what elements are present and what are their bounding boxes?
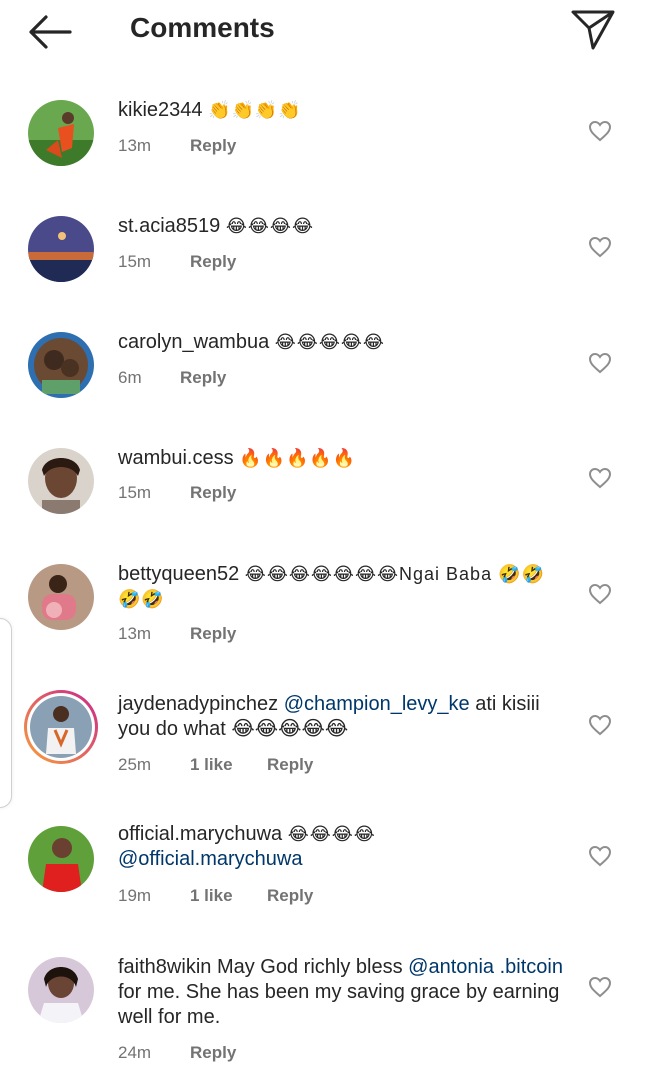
page-title: Comments	[130, 12, 275, 43]
heart-outline-icon[interactable]	[588, 845, 612, 867]
avatar[interactable]	[28, 564, 94, 630]
comment-mention[interactable]: @antonia .bitcoin	[408, 956, 563, 978]
comment-time: 6m	[118, 368, 142, 387]
paper-plane-icon	[571, 10, 615, 50]
heart-outline-icon[interactable]	[588, 120, 612, 142]
heart-outline-icon[interactable]	[588, 236, 612, 258]
comment-body: 😂😂😂😂	[225, 216, 314, 236]
avatar[interactable]	[28, 957, 94, 1023]
comment-body: May God richly bless	[216, 956, 403, 978]
comment-text: st.acia8519 😂😂😂😂	[118, 214, 568, 239]
comment-body-continued: for me. She has been my saving grace by …	[118, 981, 560, 1028]
comment-text: official.marychuwa 😂😂😂😂 @official.marych…	[118, 822, 568, 872]
reply-button[interactable]: Reply	[267, 755, 313, 775]
avatar[interactable]	[28, 332, 94, 398]
avatar[interactable]	[28, 100, 94, 166]
comment-text: kikie2344 👏👏👏👏	[118, 98, 568, 123]
comment-mention[interactable]: @official.marychuwa	[118, 848, 302, 870]
comment-time: 24m	[118, 1043, 152, 1062]
back-button[interactable]	[26, 12, 74, 52]
comment-time: 13m	[118, 624, 152, 643]
heart-outline-icon[interactable]	[588, 583, 612, 605]
comment-time: 15m	[118, 252, 152, 271]
comment-text: jaydenadypinchez @champion_levy_ke ati k…	[118, 692, 568, 742]
comment-username[interactable]: st.acia8519	[118, 215, 220, 237]
heart-outline-icon[interactable]	[588, 352, 612, 374]
reply-button[interactable]: Reply	[267, 886, 313, 906]
comment-text: carolyn_wambua 😂😂😂😂😂	[118, 330, 568, 355]
reply-button[interactable]: Reply	[190, 624, 236, 644]
comment-time: 13m	[118, 136, 152, 155]
comment-time: 19m	[118, 886, 152, 905]
comment-text: faith8wikin May God richly bless @antoni…	[118, 955, 573, 1030]
avatar[interactable]	[28, 448, 94, 514]
likes-count[interactable]: 1 like	[190, 886, 233, 906]
reply-button[interactable]: Reply	[190, 483, 236, 503]
avatar[interactable]	[28, 826, 94, 892]
share-button[interactable]	[568, 6, 618, 52]
heart-outline-icon[interactable]	[588, 467, 612, 489]
top-bar: Comments	[0, 0, 647, 62]
comment-text: bettyqueen52 😂😂😂😂😂😂😂Ngai Baba 🤣🤣🤣🤣	[118, 562, 558, 612]
reply-button[interactable]: Reply	[190, 252, 236, 272]
comment-username[interactable]: kikie2344	[118, 99, 203, 121]
comment-username[interactable]: wambui.cess	[118, 447, 234, 469]
comment-username[interactable]: bettyqueen52	[118, 563, 239, 585]
heart-outline-icon[interactable]	[588, 976, 612, 998]
comment-time: 15m	[118, 483, 152, 502]
heart-outline-icon[interactable]	[588, 714, 612, 736]
comment-username[interactable]: carolyn_wambua	[118, 331, 269, 353]
comment-text: wambui.cess 🔥🔥🔥🔥🔥	[118, 446, 568, 471]
comment-body: 🔥🔥🔥🔥🔥	[239, 448, 357, 468]
avatar-with-story-ring[interactable]	[22, 688, 100, 766]
comment-time: 25m	[118, 755, 152, 774]
comment-mention[interactable]: @champion_levy_ke	[284, 693, 470, 715]
avatar[interactable]	[28, 216, 94, 282]
side-handle[interactable]	[0, 618, 12, 808]
likes-count[interactable]: 1 like	[190, 755, 233, 775]
reply-button[interactable]: Reply	[190, 1043, 236, 1063]
comment-body: 😂😂😂😂😂	[274, 332, 385, 352]
reply-button[interactable]: Reply	[190, 136, 236, 156]
comment-username[interactable]: official.marychuwa	[118, 823, 282, 845]
comment-username[interactable]: jaydenadypinchez	[118, 693, 278, 715]
reply-button[interactable]: Reply	[180, 368, 226, 388]
comment-body: 😂😂😂😂	[287, 824, 376, 844]
comment-username[interactable]: faith8wikin	[118, 956, 211, 978]
comment-body: 👏👏👏👏	[208, 100, 302, 120]
arrow-left-icon	[29, 15, 72, 49]
